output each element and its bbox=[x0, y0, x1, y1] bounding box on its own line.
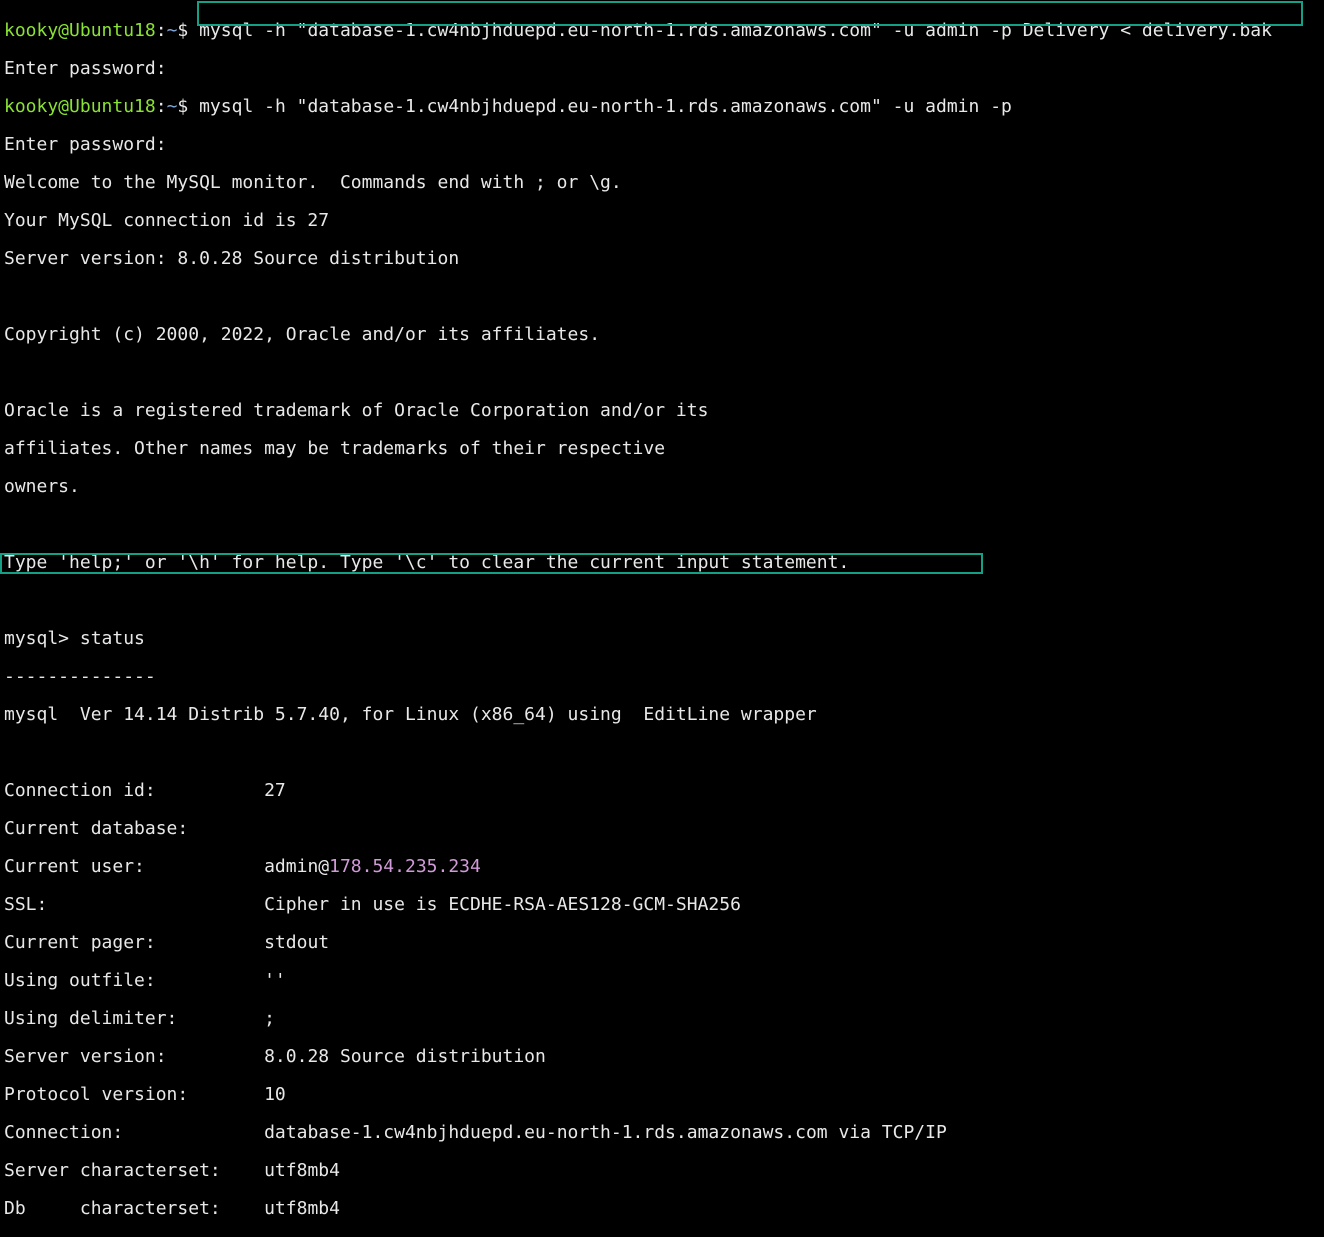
prompt-path: ~ bbox=[166, 20, 178, 41]
status-value-user: admin@ bbox=[264, 856, 330, 877]
status-label: Current database: bbox=[4, 818, 189, 839]
status-db-charset: Db characterset: utf8mb4 bbox=[4, 1199, 1272, 1218]
prompt-separator: : bbox=[155, 96, 167, 117]
connection-id-line: Your MySQL connection id is 27 bbox=[4, 210, 330, 231]
status-ssl: SSL: Cipher in use is ECDHE-RSA-AES128-G… bbox=[4, 895, 1272, 914]
status-label: Db characterset: bbox=[4, 1198, 265, 1219]
status-label: Current user: bbox=[4, 856, 265, 877]
enter-password-1: Enter password: bbox=[4, 58, 167, 79]
welcome-line: Welcome to the MySQL monitor. Commands e… bbox=[4, 172, 622, 193]
prompt-separator: : bbox=[155, 20, 167, 41]
prompt-dollar: $ bbox=[177, 20, 200, 41]
status-server-charset: Server characterset: utf8mb4 bbox=[4, 1161, 1272, 1180]
prompt-user-host: kooky@Ubuntu18 bbox=[4, 96, 156, 117]
status-label: Connection id: bbox=[4, 780, 265, 801]
status-value: 10 bbox=[264, 1084, 286, 1105]
server-version-line: Server version: 8.0.28 Source distributi… bbox=[4, 248, 460, 269]
prompt-path: ~ bbox=[166, 96, 178, 117]
client-version-line: mysql Ver 14.14 Distrib 5.7.40, for Linu… bbox=[4, 704, 817, 725]
status-label: Connection: bbox=[4, 1122, 265, 1143]
status-command: status bbox=[79, 628, 145, 649]
status-label: Protocol version: bbox=[4, 1084, 265, 1105]
status-pager: Current pager: stdout bbox=[4, 933, 1272, 952]
command-text-2: mysql -h "database-1.cw4nbjhduepd.eu-nor… bbox=[199, 96, 1012, 117]
status-protocol-version: Protocol version: 10 bbox=[4, 1085, 1272, 1104]
status-value: '' bbox=[264, 970, 286, 991]
trademark-line-3: owners. bbox=[4, 476, 80, 497]
status-value: 8.0.28 Source distribution bbox=[264, 1046, 546, 1067]
mysql-prompt: mysql> bbox=[4, 628, 80, 649]
status-value: Cipher in use is ECDHE-RSA-AES128-GCM-SH… bbox=[264, 894, 741, 915]
highlight-box-connection bbox=[0, 553, 983, 574]
status-value-ip: 178.54.235.234 bbox=[329, 856, 481, 877]
status-label: Using delimiter: bbox=[4, 1008, 265, 1029]
status-label: SSL: bbox=[4, 894, 265, 915]
dashes-line: -------------- bbox=[4, 666, 156, 687]
status-connection-id: Connection id: 27 bbox=[4, 781, 1272, 800]
copyright-line: Copyright (c) 2000, 2022, Oracle and/or … bbox=[4, 324, 601, 345]
highlight-box-command bbox=[197, 1, 1303, 26]
trademark-line-1: Oracle is a registered trademark of Orac… bbox=[4, 400, 709, 421]
status-command-line: mysql> status bbox=[4, 629, 1272, 648]
prompt-user-host: kooky@Ubuntu18 bbox=[4, 20, 156, 41]
trademark-line-2: affiliates. Other names may be trademark… bbox=[4, 438, 666, 459]
status-label: Current pager: bbox=[4, 932, 265, 953]
status-server-version: Server version: 8.0.28 Source distributi… bbox=[4, 1047, 1272, 1066]
status-value: utf8mb4 bbox=[264, 1160, 340, 1181]
terminal-output[interactable]: kooky@Ubuntu18:~$ mysql -h "database-1.c… bbox=[4, 2, 1272, 1237]
status-label: Server characterset: bbox=[4, 1160, 265, 1181]
status-value: stdout bbox=[264, 932, 330, 953]
enter-password-2: Enter password: bbox=[4, 134, 167, 155]
status-outfile: Using outfile: '' bbox=[4, 971, 1272, 990]
status-value: database-1.cw4nbjhduepd.eu-north-1.rds.a… bbox=[264, 1122, 947, 1143]
command-line-2: kooky@Ubuntu18:~$ mysql -h "database-1.c… bbox=[4, 97, 1272, 116]
status-current-user: Current user: admin@178.54.235.234 bbox=[4, 857, 1272, 876]
status-delimiter: Using delimiter: ; bbox=[4, 1009, 1272, 1028]
status-value: 27 bbox=[264, 780, 286, 801]
status-value: utf8mb4 bbox=[264, 1198, 340, 1219]
status-label: Server version: bbox=[4, 1046, 265, 1067]
status-value: ; bbox=[264, 1008, 275, 1029]
prompt-dollar: $ bbox=[177, 96, 200, 117]
status-connection: Connection: database-1.cw4nbjhduepd.eu-n… bbox=[4, 1123, 1272, 1142]
status-current-database: Current database: bbox=[4, 819, 1272, 838]
status-label: Using outfile: bbox=[4, 970, 265, 991]
